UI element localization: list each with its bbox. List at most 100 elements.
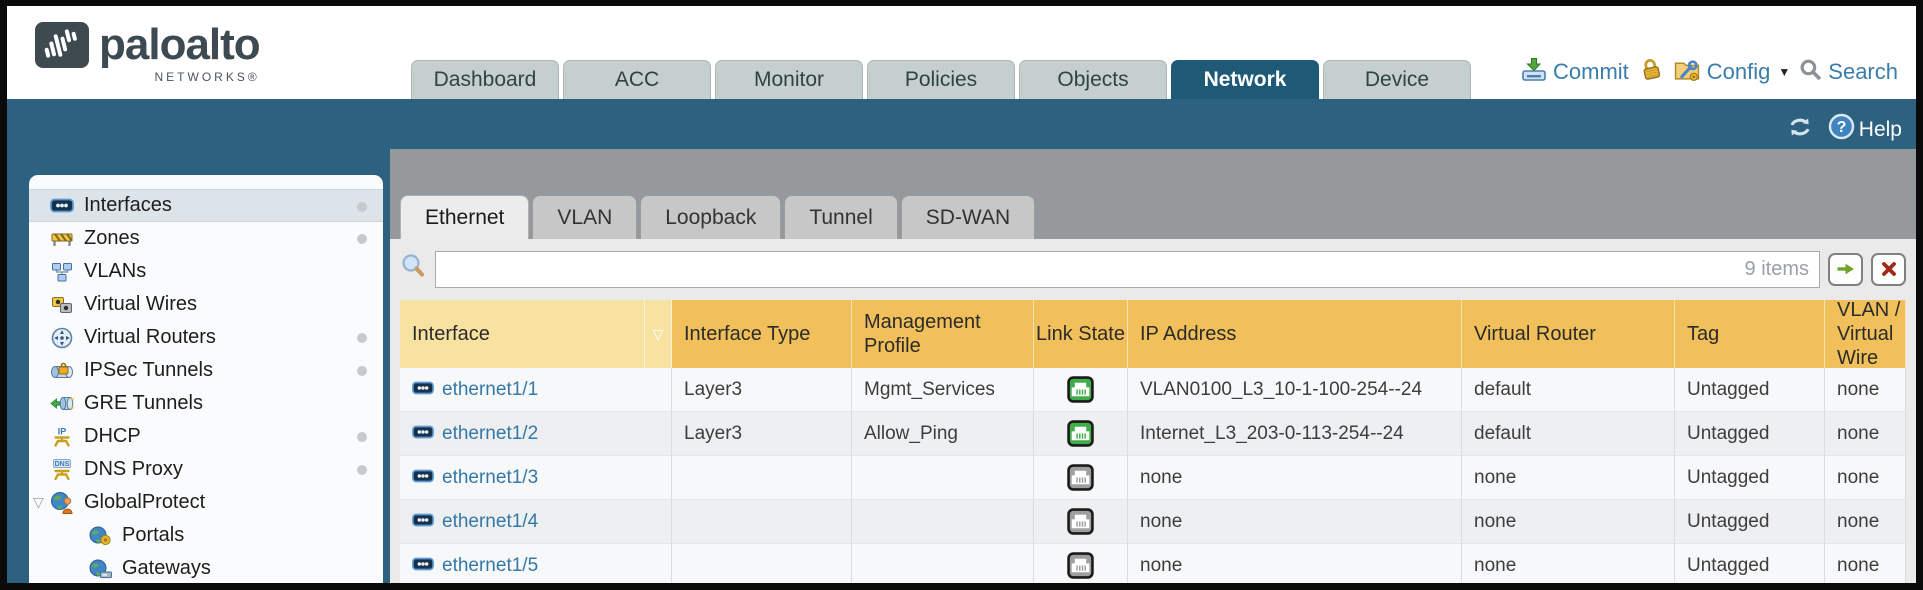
interface-cell: ethernet1/4 — [400, 500, 672, 544]
sidebar-item-virtual-wires[interactable]: Virtual Wires — [29, 288, 383, 321]
link-state-cell — [1034, 368, 1128, 412]
help-icon: ? — [1828, 113, 1855, 146]
ethernet-interface-icon — [412, 467, 434, 489]
virtual-router-cell: default — [1462, 412, 1675, 456]
link-state-icon[interactable] — [1067, 552, 1094, 579]
interface-cell: ethernet1/3 — [400, 456, 672, 500]
ethernet-interface-icon — [412, 423, 434, 445]
status-dot — [357, 333, 367, 343]
col-ip-address[interactable]: IP Address — [1128, 300, 1462, 368]
link-state-cell — [1034, 412, 1128, 456]
subtab-vlan[interactable]: VLAN — [532, 195, 637, 239]
col-vlan-virtual-wire[interactable]: VLAN / Virtual Wire — [1825, 300, 1906, 368]
col-virtual-router[interactable]: Virtual Router — [1462, 300, 1675, 368]
ethernet-panel: 9 items — [390, 239, 1916, 583]
table-row: ethernet1/2 Layer3 Allow_Ping Internet_L… — [400, 412, 1906, 456]
tab-device[interactable]: Device — [1323, 60, 1471, 99]
svg-text:DNS: DNS — [55, 461, 70, 468]
sidebar-item-dns-proxy[interactable]: DNS DNS Proxy — [29, 453, 383, 486]
ip-address-cell: none — [1128, 544, 1462, 583]
tab-monitor[interactable]: Monitor — [715, 60, 863, 99]
col-management-profile[interactable]: Management Profile — [852, 300, 1034, 368]
subtab-tunnel[interactable]: Tunnel — [784, 195, 897, 239]
virtual-routers-icon — [47, 327, 77, 349]
ethernet-interface-icon — [412, 511, 434, 533]
svg-text:?: ? — [1836, 119, 1846, 136]
sidebar-item-portals[interactable]: Portals — [29, 519, 383, 552]
interface-link[interactable]: ethernet1/5 — [442, 555, 538, 577]
main-content: Ethernet VLAN Loopback Tunnel SD-WAN 9 i — [390, 149, 1916, 583]
tab-acc[interactable]: ACC — [563, 60, 711, 99]
link-state-icon[interactable] — [1067, 464, 1094, 491]
refresh-icon[interactable] — [1786, 114, 1814, 146]
col-link-state[interactable]: Link State — [1034, 300, 1128, 368]
column-sort-dropdown-icon[interactable] — [645, 300, 672, 368]
gateways-icon — [85, 559, 115, 579]
tab-network[interactable]: Network — [1171, 60, 1319, 99]
filter-magnifier-icon — [400, 253, 427, 285]
tab-policies[interactable]: Policies — [867, 60, 1015, 99]
col-interface-type[interactable]: Interface Type — [672, 300, 852, 368]
tag-cell: Untagged — [1675, 500, 1825, 544]
interface-type-cell: Layer3 — [672, 368, 852, 412]
main-nav: Dashboard ACC Monitor Policies Objects N… — [411, 60, 1471, 99]
filter-input[interactable] — [436, 252, 1745, 287]
svg-text:IP: IP — [58, 426, 67, 436]
status-dot — [357, 465, 367, 475]
status-dot — [357, 234, 367, 244]
link-state-icon[interactable] — [1067, 420, 1094, 447]
interface-type-cell — [672, 456, 852, 500]
lock-icon[interactable] — [1638, 56, 1664, 88]
col-tag[interactable]: Tag — [1675, 300, 1825, 368]
sidebar-item-virtual-routers[interactable]: Virtual Routers — [29, 321, 383, 354]
apply-filter-button[interactable] — [1828, 253, 1863, 286]
sidebar-item-ipsec-tunnels[interactable]: IPSec Tunnels — [29, 354, 383, 387]
virtual-router-cell: none — [1462, 544, 1675, 583]
top-header: paloalto NETWORKS® Dashboard ACC Monitor… — [7, 6, 1916, 99]
vlan-wire-cell: none — [1825, 456, 1906, 500]
expand-caret-icon[interactable] — [33, 494, 44, 511]
clear-filter-button[interactable] — [1871, 253, 1906, 286]
interface-type-cell — [672, 500, 852, 544]
help-button[interactable]: ? Help — [1828, 113, 1902, 146]
virtual-wires-icon — [47, 296, 77, 314]
management-profile-cell — [852, 456, 1034, 500]
interface-link[interactable]: ethernet1/3 — [442, 467, 538, 489]
brand-name: paloalto — [99, 22, 260, 68]
tag-cell: Untagged — [1675, 456, 1825, 500]
subtab-sdwan[interactable]: SD-WAN — [901, 195, 1035, 239]
config-menu-button[interactable]: Config — [1673, 57, 1790, 88]
link-state-cell — [1034, 456, 1128, 500]
management-profile-cell: Allow_Ping — [852, 412, 1034, 456]
sidebar-item-gre-tunnels[interactable]: GRE Tunnels — [29, 387, 383, 420]
col-interface[interactable]: Interface — [400, 300, 645, 368]
brand-logo: paloalto NETWORKS® — [35, 22, 260, 84]
paloalto-logo-icon — [35, 22, 89, 73]
network-sidebar: Interfaces Zones — [29, 175, 383, 583]
sidebar-item-interfaces[interactable]: Interfaces — [29, 189, 383, 222]
sidebar-item-vlans[interactable]: VLANs — [29, 255, 383, 288]
search-button[interactable]: Search — [1799, 58, 1898, 87]
filter-input-wrap: 9 items — [435, 251, 1820, 288]
status-dot — [357, 366, 367, 376]
sidebar-item-gateways[interactable]: Gateways — [29, 552, 383, 583]
ip-address-cell: none — [1128, 456, 1462, 500]
commit-button[interactable]: Commit — [1521, 57, 1629, 88]
sidebar-item-globalprotect[interactable]: GlobalProtect — [29, 486, 383, 519]
link-state-icon[interactable] — [1067, 508, 1094, 535]
tab-dashboard[interactable]: Dashboard — [411, 60, 559, 99]
tab-objects[interactable]: Objects — [1019, 60, 1167, 99]
sidebar-item-zones[interactable]: Zones — [29, 222, 383, 255]
secondary-bar: ? Help — [7, 99, 1916, 149]
interface-link[interactable]: ethernet1/1 — [442, 379, 538, 401]
interface-link[interactable]: ethernet1/4 — [442, 511, 538, 533]
link-state-icon[interactable] — [1067, 376, 1094, 403]
interface-link[interactable]: ethernet1/2 — [442, 423, 538, 445]
interface-type-cell: Layer3 — [672, 412, 852, 456]
zones-icon — [47, 230, 77, 248]
subtab-loopback[interactable]: Loopback — [640, 195, 781, 239]
subtab-ethernet[interactable]: Ethernet — [400, 195, 529, 239]
tag-cell: Untagged — [1675, 544, 1825, 583]
ethernet-interface-icon — [412, 555, 434, 577]
sidebar-item-dhcp[interactable]: IP DHCP — [29, 420, 383, 453]
